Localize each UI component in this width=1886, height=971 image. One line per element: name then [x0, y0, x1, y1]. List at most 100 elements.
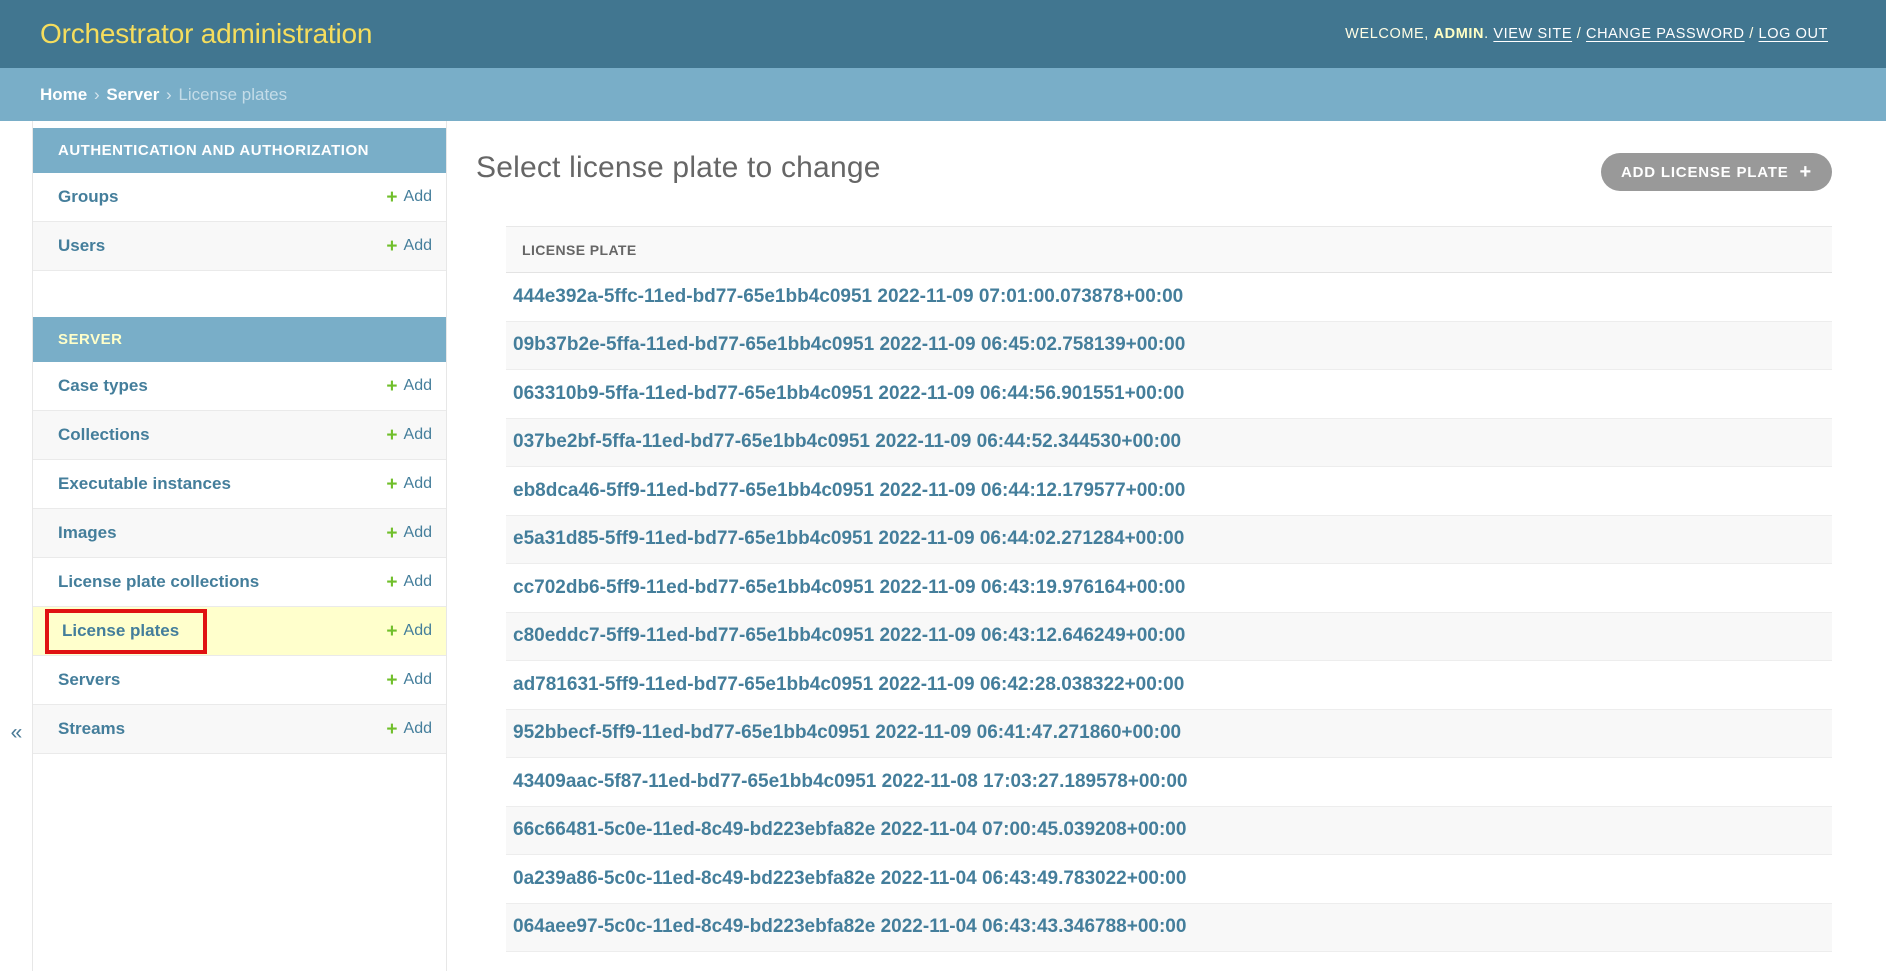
add-button-label: ADD LICENSE PLATE: [1621, 164, 1789, 181]
add-label: Add: [404, 720, 432, 738]
sidebar-section-auth-title: AUTHENTICATION AND AUTHORIZATION: [33, 128, 446, 173]
breadcrumb-home-link[interactable]: Home: [40, 85, 87, 104]
page-title: Select license plate to change: [476, 151, 881, 185]
sidebar-item-images: Images + Add: [33, 509, 446, 558]
column-header-license-plate[interactable]: LICENSE PLATE: [506, 227, 1832, 273]
table-row: cc702db6-5ff9-11ed-bd77-65e1bb4c0951 202…: [506, 564, 1832, 613]
sidebar-item-executable-instances: Executable instances + Add: [33, 460, 446, 509]
license-plate-link[interactable]: eb8dca46-5ff9-11ed-bd77-65e1bb4c0951 202…: [513, 480, 1185, 501]
sidebar-item-streams-link[interactable]: Streams: [58, 719, 125, 739]
add-streams-link[interactable]: + Add: [386, 720, 432, 739]
link-separator: /: [1577, 26, 1582, 42]
table-row: e5a31d85-5ff9-11ed-bd77-65e1bb4c0951 202…: [506, 515, 1832, 564]
sidebar-item-groups-link[interactable]: Groups: [58, 187, 118, 207]
table-row: eb8dca46-5ff9-11ed-bd77-65e1bb4c0951 202…: [506, 467, 1832, 516]
license-plate-link[interactable]: c80eddc7-5ff9-11ed-bd77-65e1bb4c0951 202…: [513, 625, 1185, 646]
add-label: Add: [404, 524, 432, 542]
sidebar-item-license-plate-collections-link[interactable]: License plate collections: [58, 572, 259, 592]
sidebar-item-executable-instances-link[interactable]: Executable instances: [58, 474, 231, 494]
license-plate-link[interactable]: 952bbecf-5ff9-11ed-bd77-65e1bb4c0951 202…: [513, 722, 1181, 743]
sidebar-section-server-rows: Case types +Add Collections +Add Executa…: [33, 362, 446, 754]
add-users-link[interactable]: +Add: [386, 237, 432, 256]
license-plate-link[interactable]: 444e392a-5ffc-11ed-bd77-65e1bb4c0951 202…: [513, 286, 1183, 307]
plus-icon: +: [386, 720, 397, 739]
plus-icon: +: [386, 573, 397, 592]
table-row: 063310b9-5ffa-11ed-bd77-65e1bb4c0951 202…: [506, 370, 1832, 419]
view-site-link[interactable]: VIEW SITE: [1493, 26, 1572, 42]
change-password-link[interactable]: CHANGE PASSWORD: [1586, 26, 1745, 42]
table-row: 064aee97-5c0c-11ed-8c49-bd223ebfa82e 202…: [506, 903, 1832, 952]
username-suffix: .: [1484, 26, 1489, 42]
plus-icon: +: [386, 188, 397, 207]
results-table-body: 444e392a-5ffc-11ed-bd77-65e1bb4c0951 202…: [506, 273, 1832, 952]
add-label: Add: [404, 671, 432, 689]
add-label: Add: [404, 475, 432, 493]
add-label: Add: [404, 573, 432, 591]
table-row: c80eddc7-5ff9-11ed-bd77-65e1bb4c0951 202…: [506, 612, 1832, 661]
breadcrumb-separator: ›: [164, 85, 174, 104]
collapse-sidebar-button[interactable]: «: [3, 719, 30, 747]
add-label: Add: [404, 237, 432, 255]
sidebar-item-servers: Servers + Add: [33, 656, 446, 705]
license-plate-link[interactable]: 66c66481-5c0e-11ed-8c49-bd223ebfa82e 202…: [513, 819, 1186, 840]
license-plate-link[interactable]: e5a31d85-5ff9-11ed-bd77-65e1bb4c0951 202…: [513, 528, 1184, 549]
plus-icon: +: [386, 622, 397, 641]
sidebar-section-server: SERVER Case types +Add Collections +Add …: [33, 317, 446, 754]
sidebar-section-auth-rows: Groups +Add Users +Add: [33, 173, 446, 271]
sidebar-item-case-types-link[interactable]: Case types: [58, 376, 148, 396]
add-label: Add: [404, 188, 432, 206]
add-groups-link[interactable]: + Add: [386, 188, 432, 207]
header-row: LICENSE PLATE: [506, 227, 1832, 273]
add-executable-instances-link[interactable]: + Add: [386, 475, 432, 494]
add-label: Add: [404, 622, 432, 640]
sidebar-item-case-types: Case types +Add: [33, 362, 446, 411]
table-row: 0a239a86-5c0c-11ed-8c49-bd223ebfa82e 202…: [506, 855, 1832, 904]
add-label: Add: [404, 377, 432, 395]
plus-icon: +: [386, 475, 397, 494]
welcome-text: WELCOME,: [1345, 26, 1429, 42]
app-title[interactable]: Orchestrator administration: [40, 18, 372, 50]
add-collections-link[interactable]: + Add: [386, 426, 432, 445]
table-row: 09b37b2e-5ffa-11ed-bd77-65e1bb4c0951 202…: [506, 321, 1832, 370]
sidebar-item-images-link[interactable]: Images: [58, 523, 117, 543]
table-row: 66c66481-5c0e-11ed-8c49-bd223ebfa82e 202…: [506, 806, 1832, 855]
sidebar-item-groups: Groups + Add: [33, 173, 446, 222]
breadcrumb-current: License plates: [178, 85, 287, 104]
log-out-link[interactable]: LOG OUT: [1759, 26, 1828, 42]
add-label: Add: [404, 426, 432, 444]
add-images-link[interactable]: + Add: [386, 524, 432, 543]
license-plate-link[interactable]: 43409aac-5f87-11ed-bd77-65e1bb4c0951 202…: [513, 771, 1187, 792]
nav-sidebar: AUTHENTICATION AND AUTHORIZATION Groups …: [33, 121, 447, 971]
add-license-plate-collections-link[interactable]: + Add: [386, 573, 432, 592]
sidebar-item-license-plate-collections: License plate collections + Add: [33, 558, 446, 607]
sidebar-item-collections: Collections + Add: [33, 411, 446, 460]
sidebar-item-collections-link[interactable]: Collections: [58, 425, 150, 445]
breadcrumb: Home › Server › License plates: [0, 68, 1886, 121]
link-separator: /: [1749, 26, 1754, 42]
page: Orchestrator administration WELCOME, ADM…: [0, 0, 1886, 971]
add-servers-link[interactable]: + Add: [386, 671, 432, 690]
add-license-plates-link[interactable]: + Add: [386, 622, 432, 641]
license-plate-link[interactable]: 064aee97-5c0c-11ed-8c49-bd223ebfa82e 202…: [513, 916, 1186, 937]
sidebar-item-users: Users +Add: [33, 222, 446, 271]
results-table: LICENSE PLATE 444e392a-5ffc-11ed-bd77-65…: [506, 226, 1832, 952]
breadcrumb-server-link[interactable]: Server: [106, 85, 159, 104]
license-plate-link[interactable]: 0a239a86-5c0c-11ed-8c49-bd223ebfa82e 202…: [513, 868, 1186, 889]
sidebar-item-streams: Streams + Add: [33, 705, 446, 754]
sidebar-item-servers-link[interactable]: Servers: [58, 670, 120, 690]
license-plate-link[interactable]: cc702db6-5ff9-11ed-bd77-65e1bb4c0951 202…: [513, 577, 1185, 598]
sidebar-toggle-strip: «: [0, 121, 33, 971]
plus-icon: +: [386, 524, 397, 543]
sidebar-item-users-link[interactable]: Users: [58, 236, 105, 256]
plus-icon: +: [386, 671, 397, 690]
plus-icon: +: [1800, 162, 1812, 182]
license-plate-link[interactable]: ad781631-5ff9-11ed-bd77-65e1bb4c0951 202…: [513, 674, 1184, 695]
license-plate-link[interactable]: 063310b9-5ffa-11ed-bd77-65e1bb4c0951 202…: [513, 383, 1184, 404]
add-case-types-link[interactable]: +Add: [386, 377, 432, 396]
add-license-plate-button[interactable]: ADD LICENSE PLATE +: [1601, 153, 1832, 191]
plus-icon: +: [386, 426, 397, 445]
license-plate-link[interactable]: 037be2bf-5ffa-11ed-bd77-65e1bb4c0951 202…: [513, 431, 1181, 452]
license-plate-link[interactable]: 09b37b2e-5ffa-11ed-bd77-65e1bb4c0951 202…: [513, 334, 1185, 355]
table-row: ad781631-5ff9-11ed-bd77-65e1bb4c0951 202…: [506, 661, 1832, 710]
sidebar-item-license-plates-link[interactable]: License plates: [62, 621, 179, 641]
